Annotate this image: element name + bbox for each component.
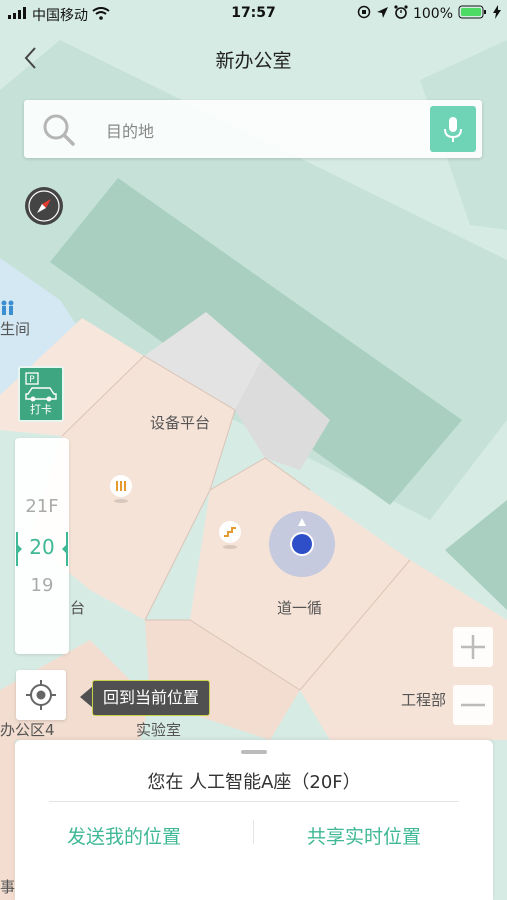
location-bottom-sheet: 您在 人工智能A座（20F） 发送我的位置 共享实时位置: [15, 740, 493, 900]
car-icon: P: [25, 372, 57, 402]
locate-me-button[interactable]: [16, 670, 66, 720]
current-location-marker: [268, 510, 336, 578]
floor-option-19[interactable]: 19: [15, 575, 69, 596]
charging-icon: [493, 5, 501, 23]
orientation-lock-icon: [357, 5, 371, 23]
minus-icon: [461, 703, 485, 707]
svg-text:P: P: [29, 375, 35, 385]
map-label-engineering[interactable]: 工程部: [401, 689, 446, 710]
map-label-platform-partial: 台: [70, 599, 86, 617]
map-label-restroom: 生间: [0, 320, 31, 338]
floor-option-21F[interactable]: 21F: [15, 496, 69, 517]
map-label-equipment-platform[interactable]: 设备平台: [150, 412, 210, 433]
sheet-drag-handle[interactable]: [241, 750, 267, 754]
stairs-pin-icon[interactable]: [217, 520, 243, 550]
share-live-location-button[interactable]: 共享实时位置: [307, 822, 421, 849]
microphone-icon: [444, 117, 462, 142]
location-arrow-icon: [376, 6, 389, 23]
crosshair-icon: [26, 680, 56, 710]
search-bar[interactable]: 目的地: [24, 100, 482, 158]
send-location-button[interactable]: 发送我的位置: [67, 822, 181, 849]
compass-button[interactable]: [24, 186, 64, 226]
elevator-pin-icon[interactable]: [108, 474, 134, 504]
map-label-lab[interactable]: 实验室: [136, 719, 181, 740]
floor-selector[interactable]: 21F 20 19: [15, 438, 69, 654]
zoom-out-button[interactable]: [453, 685, 493, 725]
status-bar: 中国移动 17:57 100%: [0, 0, 507, 28]
battery-icon: [458, 5, 488, 23]
search-icon: [42, 113, 76, 151]
restroom-icon: [0, 298, 16, 318]
compass-icon: [25, 187, 63, 225]
voice-search-button[interactable]: [430, 106, 476, 152]
current-location-text: 您在 人工智能A座（20F）: [147, 772, 361, 793]
map-label-office-area[interactable]: 办公区4: [0, 719, 55, 740]
page-title: 新办公室: [215, 50, 292, 72]
battery-percent: 100%: [412, 6, 453, 22]
zoom-in-button[interactable]: [453, 627, 493, 667]
action-divider: [253, 820, 254, 844]
alarm-icon: [394, 5, 408, 23]
map-label-daoyixun[interactable]: 道一循: [277, 597, 322, 618]
floor-option-20[interactable]: 20: [15, 535, 69, 559]
nav-bar: 新办公室: [0, 34, 507, 82]
parking-checkin-button[interactable]: P 打卡: [18, 366, 64, 422]
plus-icon: [461, 635, 485, 659]
sheet-divider: [49, 801, 459, 802]
destination-input[interactable]: 目的地: [106, 118, 154, 142]
return-to-location-tooltip[interactable]: 回到当前位置: [92, 680, 211, 716]
parking-label: 打卡: [30, 403, 52, 416]
